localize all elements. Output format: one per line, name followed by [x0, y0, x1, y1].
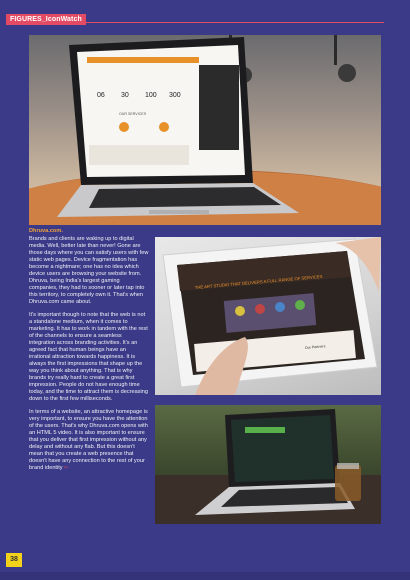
end-mark: <-	[64, 465, 70, 471]
laptop-stat-3: 100	[145, 92, 157, 99]
laptop-illustration: 06 30 100 300 OUR SERVICES	[29, 35, 381, 225]
laptop-photo: 06 30 100 300 OUR SERVICES	[29, 35, 381, 225]
page-number: 38	[6, 553, 22, 567]
article-paragraph-1: Brands and clients are waking up to digi…	[29, 236, 149, 305]
article-lead: Dhruva.com.	[29, 228, 63, 234]
section-tag: FIGURES_IconWatch	[6, 14, 86, 25]
footer-strip	[0, 572, 410, 580]
laptop-stat-1: 06	[97, 92, 105, 99]
header-rule	[6, 22, 384, 23]
laptop-stat-2: 30	[121, 92, 129, 99]
article-paragraph-3-text: In terms of a website, an attractive hom…	[29, 409, 148, 471]
article-paragraph-3: In terms of a website, an attractive hom…	[29, 409, 149, 472]
laptop-cup-photo	[155, 405, 381, 524]
article-body: Dhruva.com. Brands and clients are wakin…	[29, 228, 149, 478]
magazine-page: FIGURES_IconWatch 06 30 100 300 OUR SERV…	[0, 0, 410, 580]
laptop-cup-illustration	[155, 409, 381, 524]
article-paragraph-2: It's important though to note that the w…	[29, 312, 148, 402]
laptop-services-heading: OUR SERVICES	[119, 112, 147, 116]
laptop-stat-4: 300	[169, 92, 181, 99]
tablet-photo: THE ART STUDIO THAT DELIVERS A FULL RANG…	[155, 237, 381, 395]
tablet-illustration: THE ART STUDIO THAT DELIVERS A FULL RANG…	[162, 237, 381, 395]
